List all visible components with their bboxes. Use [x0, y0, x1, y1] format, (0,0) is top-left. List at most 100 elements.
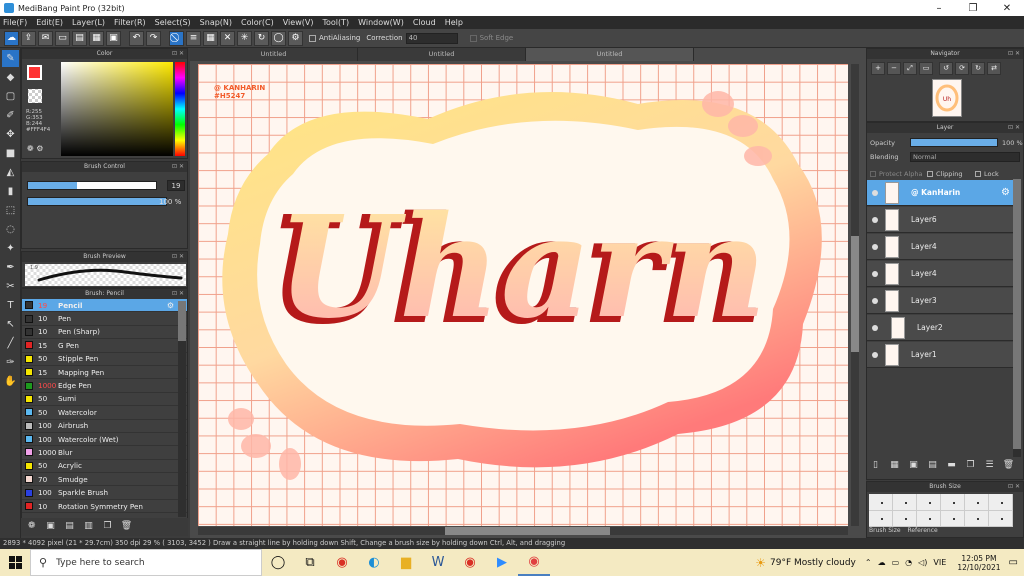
antialias-checkbox[interactable] — [309, 34, 316, 42]
tab-brush-size[interactable]: Brush Size — [869, 527, 901, 534]
cloud-icon[interactable]: ☁ — [4, 30, 19, 46]
clipping-option[interactable]: Clipping — [927, 170, 962, 178]
file-explorer-icon[interactable]: ▆ — [390, 549, 422, 576]
fit-icon[interactable]: ⤢ — [903, 62, 917, 75]
rotate-right-icon[interactable]: ↻ — [971, 62, 985, 75]
brush-folder-icon[interactable]: ▥ — [82, 521, 95, 533]
layer-row[interactable]: Layer4 — [867, 234, 1013, 260]
drawing-canvas[interactable]: Uharn Uharn @ KANHARIN #H5247 — [198, 64, 848, 526]
tab-untitled-2[interactable]: Untitled — [358, 48, 526, 61]
display-icon[interactable]: ▭ — [892, 558, 900, 567]
brush-cloud-icon[interactable]: ❁ — [25, 521, 38, 533]
layer-folder-icon[interactable]: ▬ — [945, 460, 958, 472]
add-layer-menu-icon[interactable]: ▤ — [926, 460, 939, 472]
brush-tool-icon[interactable]: ✎ — [2, 50, 19, 67]
flip-icon[interactable]: ⇄ — [987, 62, 1001, 75]
layer-row[interactable]: Layer4 — [867, 261, 1013, 287]
snap-off-icon[interactable]: ⃠ — [169, 30, 184, 46]
bucket-tool-icon[interactable]: ◭ — [2, 164, 19, 181]
brush-item[interactable]: 50 Sumi — [22, 393, 187, 407]
brush-item[interactable]: 15 Mapping Pen — [22, 366, 187, 380]
menu-select[interactable]: Select(S) — [155, 18, 191, 27]
brush-item[interactable]: 10 Pen (Sharp) — [22, 326, 187, 340]
menu-file[interactable]: File(F) — [3, 18, 27, 27]
layer-row[interactable]: Layer6 — [867, 207, 1013, 233]
zoom-icon[interactable]: ▶ — [486, 549, 518, 576]
select-tool-icon[interactable]: ⬚ — [2, 202, 19, 219]
brush-item[interactable]: 50 Watercolor — [22, 406, 187, 420]
layer-menu-icon[interactable]: ☰ — [983, 460, 996, 472]
protect-alpha-option[interactable]: Protect Alpha — [870, 170, 923, 178]
frame-icon[interactable]: ▣ — [106, 30, 121, 46]
clock[interactable]: 12:05 PM 12/10/2021 — [957, 554, 1000, 572]
gradient-tool-icon[interactable]: ▮ — [2, 183, 19, 200]
volume-icon[interactable]: ◁) — [918, 558, 927, 567]
dot-tool-icon[interactable]: ▢ — [2, 88, 19, 105]
widgets-icon[interactable]: ⧉ — [294, 549, 326, 576]
brush-item[interactable]: 19 Pencil ⚙ — [22, 299, 187, 313]
brush-item[interactable]: 50 Acrylic — [22, 460, 187, 474]
message-icon[interactable]: ▭ — [55, 30, 70, 46]
canvas-vertical-scrollbar[interactable] — [851, 64, 859, 526]
add-brush-icon[interactable]: ▣ — [44, 521, 57, 533]
softedge-checkbox[interactable] — [469, 34, 477, 42]
parallel-snap-icon[interactable]: ≡ — [186, 30, 201, 46]
close-button[interactable]: ✕ — [990, 0, 1024, 16]
eye-icon[interactable] — [872, 297, 878, 304]
hand-tool-icon[interactable]: ✋ — [2, 373, 19, 390]
share-icon[interactable]: ⇪ — [21, 30, 36, 46]
operation-tool-icon[interactable]: ↖ — [2, 316, 19, 333]
word-icon[interactable]: W — [422, 549, 454, 576]
tab-untitled-3[interactable]: Untitled — [526, 48, 694, 61]
hue-slider[interactable] — [175, 62, 185, 156]
color-settings-icon[interactable]: ⚙ — [36, 144, 43, 153]
undo-icon[interactable]: ↶ — [129, 30, 144, 46]
palette-icon[interactable]: ❁ — [27, 144, 34, 153]
correction-select[interactable]: 40 — [405, 32, 458, 44]
new-halftone-layer-icon[interactable]: ▦ — [888, 460, 901, 472]
actual-size-icon[interactable]: ▭ — [919, 62, 933, 75]
brush-item[interactable]: 100 Watercolor (Wet) — [22, 433, 187, 447]
eye-icon[interactable] — [872, 216, 878, 223]
zoom-in-icon[interactable]: + — [871, 62, 885, 75]
brush-item[interactable]: 1000 Blur — [22, 446, 187, 460]
text-tool-icon[interactable]: T — [2, 297, 19, 314]
brush-gear-icon[interactable]: ⚙ — [167, 301, 174, 310]
eye-icon[interactable] — [872, 243, 878, 250]
transparent-swatch[interactable] — [28, 89, 42, 103]
brush-size-grid[interactable] — [869, 494, 1013, 527]
layer-opacity-slider[interactable] — [910, 138, 998, 147]
delete-layer-icon[interactable]: 🗑 — [1002, 460, 1015, 472]
circle-snap-icon[interactable]: ◯ — [271, 30, 286, 46]
saturation-value-picker[interactable] — [61, 62, 173, 156]
brush-item[interactable]: 10 Pen — [22, 312, 187, 326]
layer-row[interactable]: Layer1 — [867, 342, 1013, 368]
brush-list-scrollbar[interactable] — [178, 301, 186, 517]
pen-tool-icon[interactable]: ✐ — [2, 107, 19, 124]
magic-wand-icon[interactable]: ✦ — [2, 240, 19, 257]
brush-size-value[interactable]: 19 — [167, 180, 185, 191]
onedrive-icon[interactable]: ☁ — [878, 558, 886, 567]
tray-chevron-icon[interactable]: ⌃ — [865, 558, 872, 567]
layer-gear-icon[interactable]: ⚙ — [1001, 187, 1010, 198]
task-view-icon[interactable]: ◯ — [262, 549, 294, 576]
brush-settings-icon[interactable]: ▤ — [63, 521, 76, 533]
lasso-tool-icon[interactable]: ◌ — [2, 221, 19, 238]
canvas-horizontal-scrollbar[interactable] — [198, 527, 848, 535]
rotate-left-icon[interactable]: ↺ — [939, 62, 953, 75]
eye-icon[interactable] — [872, 351, 878, 358]
select-eraser-icon[interactable]: ✂ — [2, 278, 19, 295]
divide-tool-icon[interactable]: ╱ — [2, 335, 19, 352]
foreground-color[interactable] — [27, 65, 42, 80]
menu-snap[interactable]: Snap(N) — [200, 18, 232, 27]
grid-snap-icon[interactable]: ▦ — [203, 30, 218, 46]
layer-row[interactable]: @ KanHarin ⚙ — [867, 180, 1013, 206]
curve-snap-icon[interactable]: ↻ — [254, 30, 269, 46]
notifications-icon[interactable]: ▭ — [1009, 557, 1018, 568]
weather-widget[interactable]: ☀ 79°F Mostly cloudy — [755, 556, 856, 570]
brush-size-slider[interactable] — [27, 181, 157, 190]
eraser-tool-icon[interactable]: ◆ — [2, 69, 19, 86]
tab-reference[interactable]: Reference — [907, 527, 937, 534]
duplicate-layer-icon[interactable]: ❐ — [964, 460, 977, 472]
tab-untitled-1[interactable]: Untitled — [190, 48, 358, 61]
